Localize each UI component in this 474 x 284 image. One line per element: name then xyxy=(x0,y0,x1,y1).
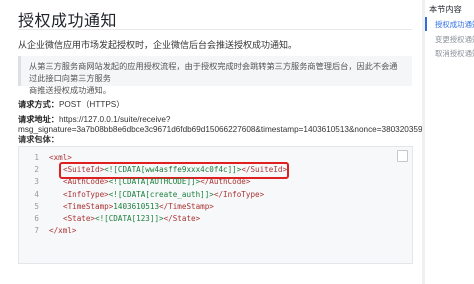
request-method-label: 请求方式： xyxy=(18,100,59,109)
code-line: <InfoType><![CDATA[create_auth]]></InfoT… xyxy=(63,190,264,199)
request-method-value: POST（HTTPS） xyxy=(58,100,125,109)
code-open-tag: <InfoType> xyxy=(63,189,109,199)
code-open-tag: <AuthCode> xyxy=(63,177,109,187)
code-value: <![CDATA[create_auth]]> xyxy=(108,189,214,199)
toc-item-auth-cancel[interactable]: 取消授权通知 xyxy=(435,48,474,59)
page-title: 授权成功通知 xyxy=(18,13,118,30)
code-open-tag: <xml> xyxy=(49,153,72,162)
code-line-number: 5 xyxy=(34,201,39,211)
code-value: <![CDATA[ww4asffe9xxx4c0f4c]]> xyxy=(104,165,242,175)
code-line-number: 4 xyxy=(34,189,39,199)
code-line: <SuiteId><![CDATA[ww4asffe9xxx4c0f4c]]><… xyxy=(63,165,287,174)
code-line-number: 6 xyxy=(34,214,39,223)
toc-title: 本节内容 xyxy=(429,5,462,14)
code-open-tag: </xml> xyxy=(49,226,77,236)
code-line-number: 1 xyxy=(34,153,39,162)
code-line-number: 3 xyxy=(34,177,39,187)
code-line: <AuthCode><![CDATA[AUTHCODE]]></AuthCode… xyxy=(63,177,250,186)
request-body-label: 请求包体： xyxy=(18,135,59,144)
toc-panel: 本节内容 授权成功通知 变更授权通知 取消授权通知 xyxy=(425,0,474,284)
code-line: </xml> xyxy=(49,226,76,235)
code-line: <xml> xyxy=(49,153,72,162)
code-open-tag: <State> xyxy=(63,214,96,223)
code-value: <![CDATA[AUTHCODE]]> xyxy=(108,177,201,187)
title-divider xyxy=(18,29,412,30)
toc-item-auth-change[interactable]: 变更授权通知 xyxy=(435,34,474,45)
intro-text: 从企业微信应用市场发起授权时，企业微信后台会推送授权成功通知。 xyxy=(18,40,298,50)
code-open-tag: <TimeStamp> xyxy=(63,201,114,211)
code-close-tag: </InfoType> xyxy=(213,189,265,199)
toc-item-auth-success[interactable]: 授权成功通知 xyxy=(435,19,474,30)
note-line-2: 商推送授权成功通知。 xyxy=(29,86,111,95)
request-url-label: 请求地址： xyxy=(18,115,59,124)
request-method: 请求方式：POST（HTTPS） xyxy=(18,98,124,110)
note-line-1: 从第三方服务商网站发起的应用授权流程，由于授权完成时会跳转第三方服务商管理后台，… xyxy=(29,62,398,83)
request-url: 请求地址：https://127.0.0.1/suite/receive? xyxy=(18,113,170,125)
code-open-tag: <SuiteId> xyxy=(63,165,105,175)
code-close-tag: </TimeStamp> xyxy=(159,201,214,211)
toc-active-indicator xyxy=(425,17,427,31)
code-value: 1403610513 xyxy=(113,201,160,211)
code-line-number: 2 xyxy=(34,165,39,175)
code-line: <TimeStamp>1403610513</TimeStamp> xyxy=(63,202,214,211)
note-box: 从第三方服务商网站发起的应用授权流程，由于授权完成时会跳转第三方服务商管理后台，… xyxy=(18,56,412,95)
code-close-tag: </State> xyxy=(163,214,201,223)
code-close-tag: </AuthCode> xyxy=(200,177,251,187)
code-value: <![CDATA[123]]> xyxy=(95,214,164,223)
request-url-value: https://127.0.0.1/suite/receive? xyxy=(58,115,171,124)
code-block: 1 <xml> 2 <SuiteId><![CDATA[ww4asffe9xxx4c0… xyxy=(18,146,413,264)
code-line: <State><![CDATA[123]]></State> xyxy=(63,214,200,223)
request-url-params: msg_signature=3a7b08bb8e6dbce3c9671d6fdb… xyxy=(18,125,422,134)
code-line-number: 7 xyxy=(34,226,39,236)
code-close-tag: </SuiteId> xyxy=(241,165,288,175)
copy-icon[interactable] xyxy=(397,150,408,162)
doc-content: 授权成功通知 从企业微信应用市场发起授权时，企业微信后台会推送授权成功通知。 从… xyxy=(0,0,422,284)
